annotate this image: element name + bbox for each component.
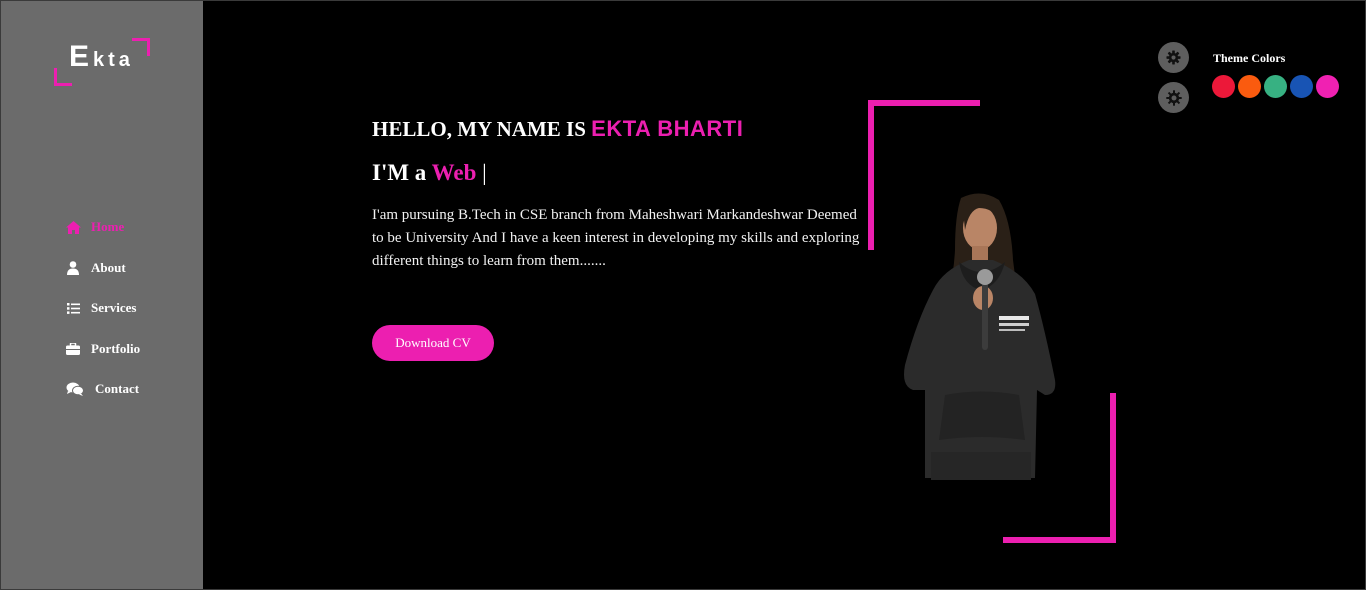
nav-item-contact[interactable]: Contact [65,379,140,399]
nav-item-about[interactable]: About [65,258,140,278]
theme-swatch-1[interactable] [1212,75,1235,98]
nav-label-contact: Contact [95,381,140,396]
briefcase-icon [65,341,81,357]
role-prefix: I'M a [372,160,427,185]
hero-greeting: HELLO, MY NAME IS EKTA BHARTI [372,116,743,142]
nav-label-home: Home [91,219,125,234]
sidebar: Ekta Home About Services Portfolio Conta… [1,1,203,589]
hero-role: I'M a Web | [372,160,487,186]
nav-item-portfolio[interactable]: Portfolio [65,339,140,359]
logo[interactable]: Ekta [54,38,150,86]
theme-mode-toggle-button[interactable] [1158,82,1189,113]
nav-item-services[interactable]: Services [65,298,140,318]
hero-name: EKTA BHARTI [591,116,744,141]
comments-icon [65,381,85,397]
logo-rest: kta [93,49,134,71]
hero-description: I'am pursuing B.Tech in CSE branch from … [372,207,860,269]
theme-swatch-4[interactable] [1290,75,1313,98]
theme-colors-label: Theme Colors [1213,51,1286,65]
gear-icon [1166,50,1181,65]
nav-item-home[interactable]: Home [65,217,140,237]
main-nav: Home About Services Portfolio Contact [65,217,140,420]
logo-text: Ekta [69,40,134,74]
typing-caret: | [482,160,487,185]
nav-label-services: Services [91,300,137,315]
theme-swatch-3[interactable] [1264,75,1287,98]
user-icon [65,260,81,276]
settings-toggle-button[interactable] [1158,42,1189,73]
nav-label-portfolio: Portfolio [91,340,141,356]
theme-swatch-2[interactable] [1238,75,1261,98]
theme-color-swatches [1212,75,1339,98]
cog-icon [1165,89,1182,106]
greeting-text: HELLO, MY NAME IS [372,117,586,141]
logo-initial: E [69,40,94,73]
logo-corner-right [132,38,150,56]
nav-label-about: About [91,259,126,275]
theme-swatch-5[interactable] [1316,75,1339,98]
list-icon [65,300,81,316]
download-cv-button[interactable]: Download CV [372,325,494,361]
role-typed-word: Web [431,160,477,185]
home-icon [65,219,81,235]
profile-photo [904,193,1056,480]
